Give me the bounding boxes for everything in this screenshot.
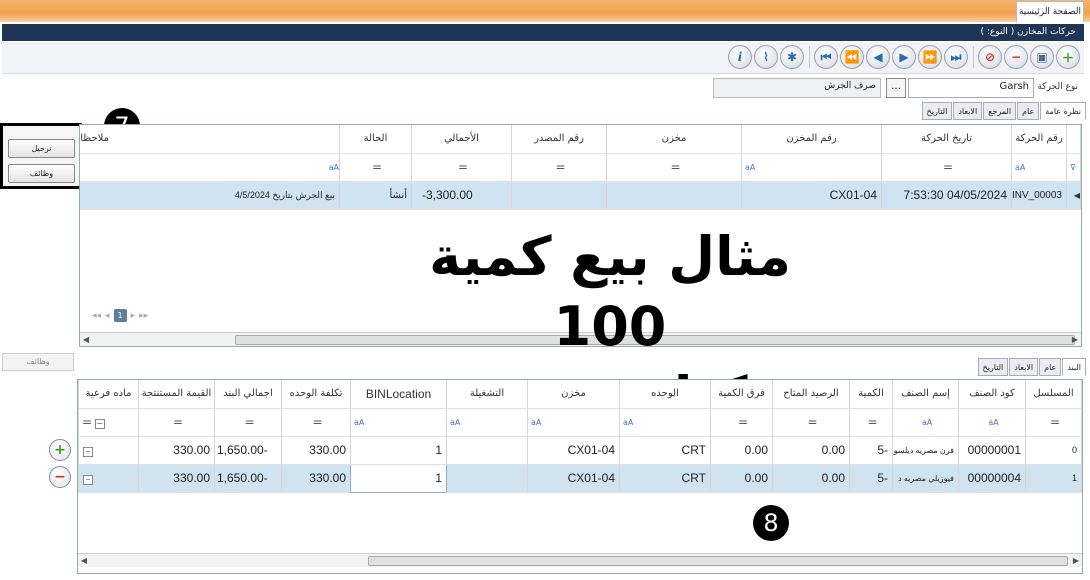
side-panel: ترحيل وظائف	[0, 123, 82, 189]
pager-first-icon[interactable]: ◂◂	[92, 311, 101, 321]
pager-prev-icon[interactable]: ◂	[105, 311, 110, 321]
tab-dimensions[interactable]: الابعاد	[953, 102, 983, 120]
table-row[interactable]: 0 00000001 فرن مصريه ديلسو -5 0.00 0.00 …	[78, 436, 1082, 465]
functions-button[interactable]: وظائف	[8, 164, 75, 183]
col-store[interactable]: مخزن	[606, 125, 742, 154]
tab-general[interactable]: عام	[1017, 102, 1040, 120]
top-band	[0, 0, 1090, 22]
pager: ◂◂ ◂ 1 ▸ ▸▸	[92, 309, 148, 322]
scroll-right-icon[interactable]: ▶	[1070, 554, 1082, 568]
col-deduced-value[interactable]: القيمة المستنتجة	[138, 380, 215, 409]
col-bin[interactable]: BINLocation	[350, 380, 447, 409]
col-sub-material[interactable]: ماده فرعية	[78, 380, 139, 409]
next-fast-icon[interactable]: ⏩	[918, 45, 942, 69]
col-serial[interactable]: المسلسل	[1025, 380, 1082, 409]
tab-date-lines[interactable]: التاريخ	[977, 358, 1009, 376]
col-item-name[interactable]: إسم الصنف	[892, 380, 959, 409]
overlay-line-1: مثال بيع كمية 100	[429, 225, 791, 358]
col-notes[interactable]: ملاحظات	[80, 125, 340, 154]
filter-icon[interactable]: ⊽	[1066, 153, 1081, 182]
export-icon[interactable]: ✱	[780, 45, 804, 69]
col-status[interactable]: الحالة	[339, 125, 412, 154]
window-title: حركات المخازن ( النوع: )	[2, 24, 1084, 41]
tab-reference[interactable]: المرجع	[983, 102, 1017, 120]
pager-page[interactable]: 1	[113, 309, 127, 322]
col-store-line[interactable]: مخزن	[527, 380, 620, 409]
movement-type-name: صرف الجرش	[713, 78, 881, 98]
lines-filter-row: = aA aA = = = aA aA aA aA = = = − =	[78, 408, 1082, 437]
lines-table: المسلسل كود الصنف إسم الصنف الكمية الرصي…	[78, 380, 1082, 493]
col-total[interactable]: الأجمالي	[411, 125, 512, 154]
post-button[interactable]: ترحيل	[8, 139, 75, 158]
info-icon[interactable]: i	[728, 45, 752, 69]
row-indicator-icon: ◀	[1066, 181, 1081, 210]
scroll-left-icon[interactable]: ◀	[80, 333, 92, 346]
scroll-left-icon[interactable]: ◀	[78, 554, 90, 568]
col-item-code[interactable]: كود الصنف	[958, 380, 1026, 409]
badge-8: 8	[753, 505, 789, 541]
tab-home[interactable]: الصفحة الرئيسية	[1016, 1, 1084, 22]
col-move-date[interactable]: تاريخ الحركة	[881, 125, 1012, 154]
table-row[interactable]: ◀ INV_00003 04/05/2024 7:53:30 CX01-04 3…	[80, 181, 1081, 210]
toolbar: ＋ ▣ − ⊘ ⏭ ⏩ ▶ ◀ ⏪ ⏮ ✱ ⌇ i	[2, 42, 1084, 74]
col-source-no[interactable]: رقم المصدر	[511, 125, 607, 154]
col-move-no[interactable]: رقم الحركة	[1011, 125, 1067, 154]
lines-hscrollbar[interactable]: ◀ ▶	[78, 553, 1082, 567]
movement-type-input[interactable]: Garsh	[908, 78, 1034, 98]
tab-item[interactable]: البند	[1062, 358, 1086, 376]
minus-icon[interactable]: −	[49, 466, 71, 488]
header-table: رقم الحركة تاريخ الحركة رقم المخزن مخزن …	[80, 125, 1081, 210]
add-icon[interactable]: ＋	[1056, 45, 1080, 69]
line-tabs: البند عام الابعاد التاريخ	[977, 358, 1086, 376]
tab-dimensions-lines[interactable]: الابعاد	[1009, 358, 1039, 376]
lines-grid: المسلسل كود الصنف إسم الصنف الكمية الرصي…	[77, 379, 1083, 574]
plus-icon[interactable]: +	[49, 439, 71, 461]
remove-icon[interactable]: −	[1004, 45, 1028, 69]
col-available[interactable]: الرصيد المتاح	[772, 380, 850, 409]
lines-functions-button[interactable]: وظائف	[2, 353, 74, 371]
sub-material-toggle[interactable]: −	[83, 475, 93, 485]
col-line-total[interactable]: اجمالي البند	[214, 380, 282, 409]
pager-next-icon[interactable]: ▸	[131, 311, 136, 321]
save-icon[interactable]: ▣	[1030, 45, 1054, 69]
pager-last-icon[interactable]: ▸▸	[139, 311, 148, 321]
next-icon[interactable]: ▶	[892, 45, 916, 69]
prev-fast-icon[interactable]: ⏪	[840, 45, 864, 69]
browse-button[interactable]: ...	[886, 78, 906, 98]
col-batch[interactable]: التشغيلة	[446, 380, 528, 409]
col-qty-diff[interactable]: فرق الكمية	[710, 380, 773, 409]
top-tabs: نظرة عامة عام المرجع الابعاد التاريخ	[921, 102, 1086, 120]
col-store-no[interactable]: رقم المخزن	[741, 125, 882, 154]
col-unit[interactable]: الوحده	[619, 380, 711, 409]
last-icon[interactable]: ⏭	[944, 45, 968, 69]
first-icon[interactable]: ⏮	[814, 45, 838, 69]
movement-type-label: نوع الحركة	[1037, 82, 1078, 92]
sub-material-toggle[interactable]: −	[83, 447, 93, 457]
tab-general-lines[interactable]: عام	[1039, 358, 1062, 376]
scroll-right-icon[interactable]: ▶	[1069, 333, 1081, 346]
filter-row: ⊽ aA = aA = = = = aA	[80, 153, 1081, 182]
col-unit-cost[interactable]: تكلفة الوحده	[281, 380, 351, 409]
col-qty[interactable]: الكمية	[849, 380, 893, 409]
tab-overview[interactable]: نظرة عامة	[1040, 102, 1086, 120]
attach-icon[interactable]: ⌇	[754, 45, 778, 69]
table-row[interactable]: 1 00000004 فيوزيلي مصريه د -5 0.00 0.00 …	[78, 463, 1082, 493]
prev-icon[interactable]: ◀	[866, 45, 890, 69]
tab-date[interactable]: التاريخ	[921, 102, 953, 120]
cancel-icon[interactable]: ⊘	[978, 45, 1002, 69]
